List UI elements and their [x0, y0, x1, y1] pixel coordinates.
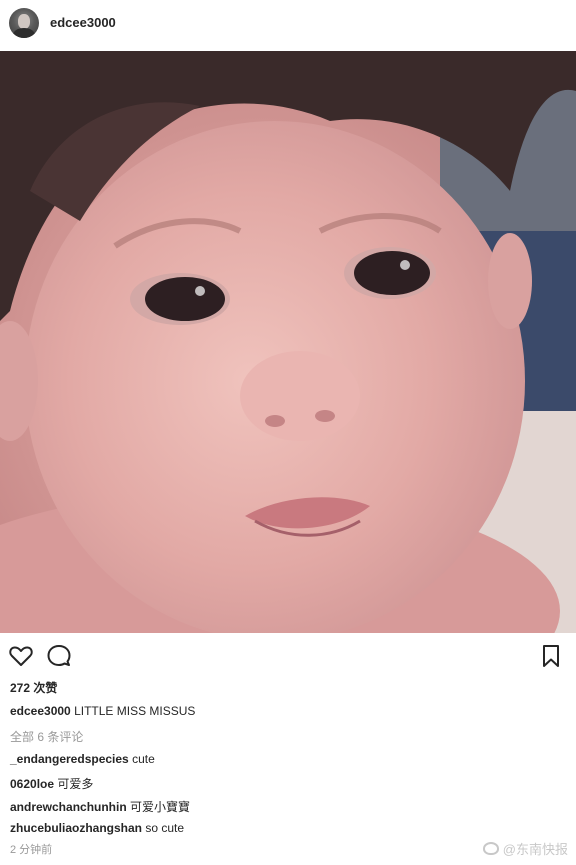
weibo-icon [482, 842, 499, 855]
bookmark-icon[interactable] [538, 643, 564, 669]
heart-icon[interactable] [8, 643, 34, 669]
comment-item: 0620loe 可爱多 [10, 775, 93, 792]
avatar-body [13, 28, 35, 38]
comment-item: zhucebuliaozhangshan so cute [10, 821, 184, 835]
caption: edcee3000 LITTLE MISS MISSUS [10, 704, 195, 718]
comment-bubble-icon[interactable] [46, 643, 72, 669]
watermark-text: @东南快报 [502, 842, 568, 857]
comment-username[interactable]: _endangeredspecies [10, 752, 129, 766]
post-username[interactable]: edcee3000 [50, 15, 116, 30]
comment-text: 可爱多 [57, 777, 94, 791]
view-all-comments-link[interactable]: 全部 6 条评论 [10, 728, 83, 745]
post-timestamp: 2 分钟前 [10, 844, 53, 856]
avatar[interactable] [9, 8, 39, 38]
caption-text: LITTLE MISS MISSUS [74, 704, 196, 718]
photo-illustration [0, 51, 576, 633]
comment-username[interactable]: andrewchanchunhin [10, 800, 127, 814]
post-header: edcee3000 [0, 0, 576, 48]
comment-item: andrewchanchunhin 可爱小寶寶 [10, 798, 190, 815]
caption-username[interactable]: edcee3000 [10, 704, 71, 718]
comment-username[interactable]: 0620loe [10, 777, 54, 791]
watermark: @东南快报 [482, 839, 568, 858]
comment-username[interactable]: zhucebuliaozhangshan [10, 821, 142, 835]
comment-text: cute [132, 752, 155, 766]
comment-text: so cute [145, 821, 185, 835]
post-actions [0, 643, 576, 673]
comment-text: 可爱小寶寶 [130, 800, 191, 814]
avatar-face [18, 14, 30, 29]
post-photo[interactable] [0, 51, 576, 633]
likes-count[interactable]: 272 次赞 [10, 679, 57, 696]
comment-item: _endangeredspecies cute [10, 752, 155, 766]
